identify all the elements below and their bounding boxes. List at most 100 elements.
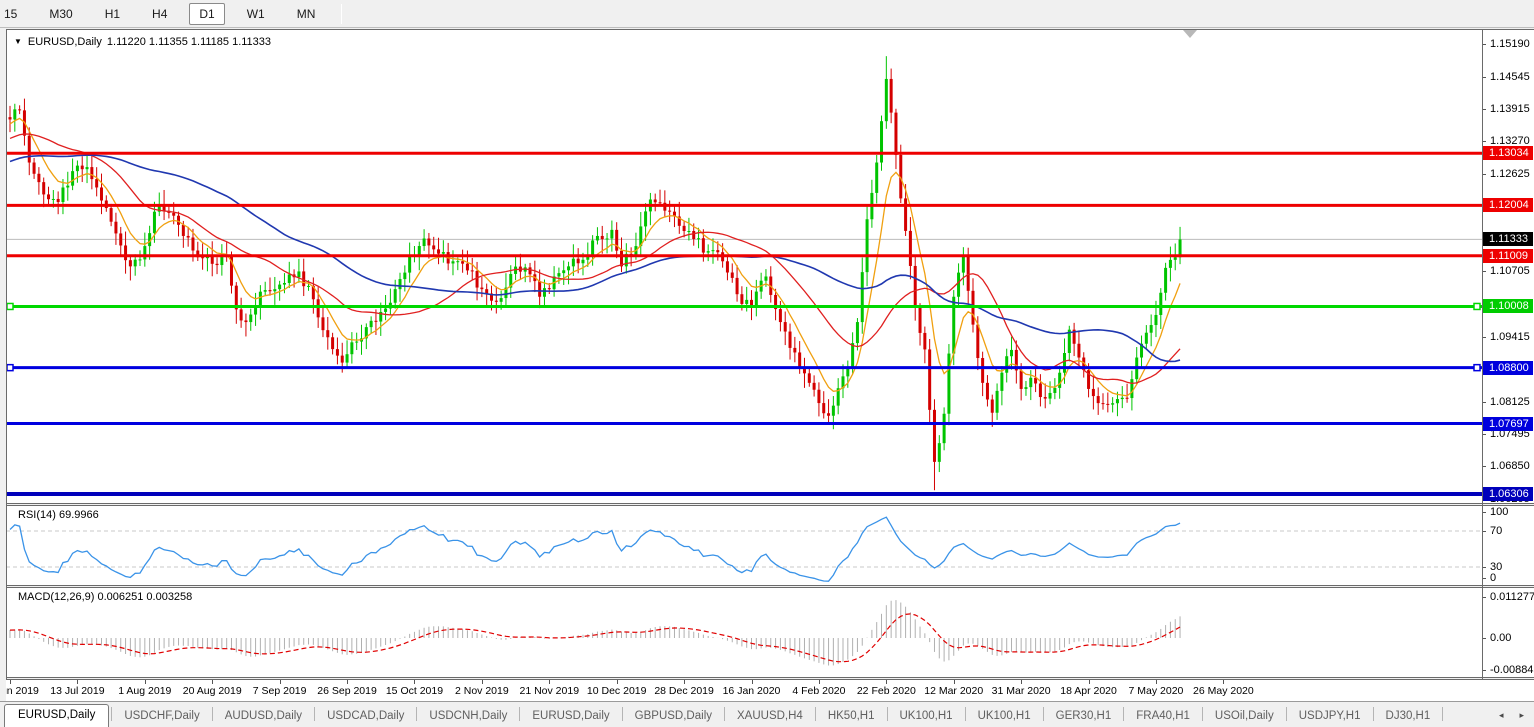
date-tick (549, 680, 551, 684)
tab-separator (314, 707, 316, 721)
tab-separator (964, 707, 966, 721)
tab-usdjpy-h1[interactable]: USDJPY,H1 (1289, 706, 1371, 727)
date-label: 18 Apr 2020 (1060, 685, 1117, 697)
date-label: 4 Feb 2020 (792, 685, 846, 697)
tab-uk100-h1[interactable]: UK100,H1 (968, 706, 1041, 727)
rsi-tick-label: 70 (1490, 525, 1503, 537)
price-tick-label: 1.13915 (1490, 103, 1530, 115)
tab-xauusd-h4[interactable]: XAUUSD,H4 (727, 706, 813, 727)
tab-usdchf-daily[interactable]: USDCHF,Daily (114, 706, 209, 727)
date-label: 20 Aug 2019 (182, 685, 242, 697)
price-level-badge: 1.13034 (1483, 146, 1533, 160)
level-handle[interactable] (1473, 363, 1481, 372)
tab-separator (416, 707, 418, 721)
rsi-panel[interactable]: RSI(14) 69.9966 (6, 506, 1482, 585)
timeframe-button-w1[interactable]: W1 (237, 3, 275, 25)
level-handle[interactable] (1473, 302, 1481, 311)
date-tick (818, 680, 820, 684)
rsi-tick-label: 100 (1490, 506, 1509, 518)
timeframe-button-h4[interactable]: H4 (142, 3, 177, 25)
timeframe-button-mn[interactable]: MN (287, 3, 326, 25)
tab-ger30-h1[interactable]: GER30,H1 (1046, 706, 1122, 727)
tab-separator (1201, 707, 1203, 721)
price-axis[interactable]: 1.15190 1.14545 1.13915 1.13270 1.12625 1.107… (1482, 30, 1534, 503)
rsi-line (9, 516, 1181, 582)
tab-scroll-left-icon[interactable]: ◂ (1499, 710, 1504, 721)
chart-symbol-label: EURUSD,Daily (27, 36, 102, 48)
macd-indicator-label: MACD(12,26,9) 0.006251 0.003258 (18, 591, 193, 603)
date-tick (279, 680, 281, 684)
tab-separator (1123, 707, 1125, 721)
timeframe-toolbar: 15 M30 H1 H4 D1 W1 MN (0, 0, 1534, 28)
date-label: 26 Sep 2019 (317, 685, 377, 697)
price-level-badge: 1.08800 (1483, 361, 1533, 375)
axis-border (1482, 29, 1483, 680)
date-tick (1021, 680, 1023, 684)
panel-divider[interactable] (6, 503, 1534, 504)
tab-separator (1042, 707, 1044, 721)
tab-usdcnh-daily[interactable]: USDCNH,Daily (419, 706, 517, 727)
price-tick-label: 1.12625 (1490, 168, 1530, 180)
chart-ohlc-values: 1.11220 1.11355 1.11185 1.11333 (106, 36, 272, 48)
price-tick-label: 1.08125 (1490, 396, 1530, 408)
ma-medium-line (9, 133, 1181, 385)
price-level-badge: 1.10008 (1483, 299, 1533, 313)
tab-scroll-arrows: ◂ ▸ (1499, 710, 1524, 727)
panel-divider (6, 677, 1534, 678)
tab-separator (814, 707, 816, 721)
date-label: 31 Mar 2020 (991, 685, 1051, 697)
tab-fra40-h1[interactable]: FRA40,H1 (1126, 706, 1200, 727)
tab-scroll-right-icon[interactable]: ▸ (1519, 710, 1524, 721)
tab-usdcad-daily[interactable]: USDCAD,Daily (317, 706, 414, 727)
date-label: 26 May 2020 (1193, 685, 1254, 697)
panel-border (6, 29, 1534, 30)
level-handle[interactable] (6, 302, 14, 311)
timeframe-button-m30[interactable]: M30 (39, 3, 82, 25)
price-tick-label: 1.14545 (1490, 71, 1530, 83)
timeframe-button-h1[interactable]: H1 (95, 3, 130, 25)
collapse-chart-icon[interactable]: ▼ (14, 37, 22, 46)
main-chart-panel[interactable] (6, 30, 1482, 503)
tab-hk50-h1[interactable]: HK50,H1 (818, 706, 885, 727)
price-level-badge: 1.07697 (1483, 417, 1533, 431)
candles (8, 56, 1182, 491)
tab-uk100-h1[interactable]: UK100,H1 (890, 706, 963, 727)
rsi-plot (6, 516, 1482, 582)
date-tick (751, 680, 753, 684)
date-label: 22 Feb 2020 (856, 685, 916, 697)
date-tick (953, 680, 955, 684)
tab-separator (886, 707, 888, 721)
date-label: 16 Jan 2020 (722, 685, 781, 697)
date-tick (414, 680, 416, 684)
macd-tick-label: -0.008845 (1490, 664, 1534, 676)
macd-signal-line (9, 613, 1181, 663)
tab-gbpusd-daily[interactable]: GBPUSD,Daily (625, 706, 722, 727)
level-handle[interactable] (6, 363, 14, 372)
date-label: 12 Mar 2020 (924, 685, 984, 697)
rsi-indicator-label: RSI(14) 69.9966 (18, 509, 99, 521)
macd-axis: 0.011277 0.00 -0.008845 (1482, 588, 1534, 677)
current-price-badge: 1.11333 (1483, 232, 1533, 246)
timeframe-button-d1[interactable]: D1 (189, 2, 225, 25)
price-tick-label: 1.09415 (1490, 331, 1530, 343)
date-tick (886, 680, 888, 684)
tab-dj30-h1[interactable]: DJ30,H1 (1376, 706, 1441, 727)
tab-separator (211, 707, 213, 721)
timeframe-button-15[interactable]: 15 (1, 3, 27, 25)
tab-eurusd-daily[interactable]: EURUSD,Daily (522, 706, 619, 727)
chart-shift-marker-icon[interactable] (1183, 30, 1197, 38)
date-tick (616, 680, 618, 684)
tab-audusd-daily[interactable]: AUDUSD,Daily (215, 706, 312, 727)
tab-usoil-daily[interactable]: USOil,Daily (1205, 706, 1284, 727)
date-axis[interactable]: 25 Jun 2019 13 Jul 2019 1 Aug 2019 20 Aug 2… (6, 680, 1534, 701)
macd-plot (9, 600, 1181, 666)
macd-tick-label: 0.011277 (1490, 591, 1534, 603)
panel-divider[interactable] (6, 585, 1534, 586)
terminal-window: 15 M30 H1 H4 D1 W1 MN ▼ EURUSD,Daily 1.11220 1.1… (0, 0, 1534, 727)
date-tick (1088, 680, 1090, 684)
candlestick-chart[interactable] (6, 30, 1482, 503)
price-tick-label: 1.10705 (1490, 265, 1530, 277)
tab-separator (111, 707, 113, 721)
macd-panel[interactable]: MACD(12,26,9) 0.006251 0.003258 (6, 588, 1482, 677)
tab-eurusd-daily[interactable]: EURUSD,Daily (4, 704, 110, 727)
